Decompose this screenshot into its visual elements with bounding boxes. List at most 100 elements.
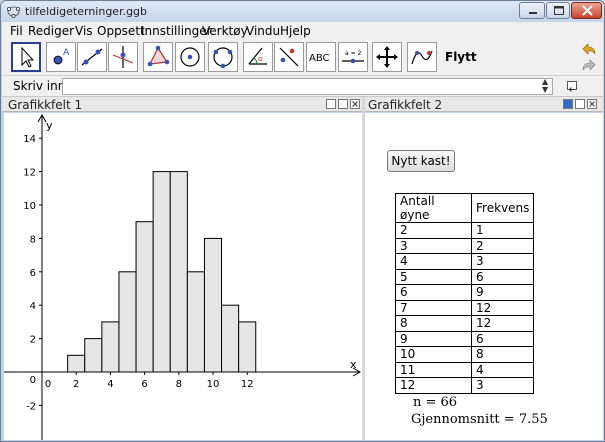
table-row: 69 [395, 284, 535, 301]
new-throw-button[interactable]: Nytt kast! [387, 150, 455, 172]
close-icon [582, 5, 593, 16]
graphics-view-1-undock-icon[interactable] [338, 99, 348, 109]
table-row: 8 12 [395, 315, 535, 332]
input-history-arrows-icon[interactable]: ▲ ▼ [542, 78, 548, 94]
table-row: 32 [395, 237, 535, 254]
move-tool-icon [21, 46, 35, 68]
move-tool-button[interactable] [11, 42, 41, 72]
menu-innstillinger[interactable]: Innstillinger [141, 24, 212, 38]
move-view-tool-icon [376, 46, 398, 68]
locus-tool-icon [411, 50, 433, 65]
menu-vindu[interactable]: Vindu [246, 24, 280, 38]
cell-frequency: 6 [470, 268, 535, 285]
undo-icon[interactable] [580, 42, 598, 56]
y-axis-label: y [46, 119, 53, 132]
cell-eyes: 6 [395, 284, 472, 301]
redo-icon[interactable] [580, 58, 598, 72]
maximize-button[interactable] [546, 2, 570, 19]
menu-bar: Fil Rediger Vis Oppsett Innstillinger Ve… [2, 22, 603, 40]
circle-tool-button[interactable] [175, 42, 205, 72]
graphics-view-2[interactable]: Nytt kast! Antall øyne Frekvens 21324356… [365, 113, 603, 440]
cell-frequency: 6 [470, 330, 535, 347]
toolbar: A α ABC a = 2 Flytt [2, 40, 603, 76]
command-input[interactable] [62, 78, 553, 95]
input-label: Skriv inn: [13, 79, 70, 93]
cell-eyes: 4 [395, 253, 472, 270]
table-row: 11 4 [395, 361, 535, 378]
close-icon [589, 101, 595, 107]
reflect-tool-icon [279, 47, 299, 67]
histogram-bar [67, 354, 86, 373]
table-row: 96 [395, 330, 535, 347]
x-tick-label: 12 [241, 379, 254, 390]
y-tick-label: -2 [26, 401, 36, 412]
move-view-tool-button[interactable] [372, 42, 402, 72]
command-help-icon [568, 87, 574, 92]
cell-eyes: 3 [395, 237, 472, 254]
angle-tool-button[interactable]: α [243, 42, 273, 72]
command-help-button[interactable] [567, 81, 577, 92]
graphics-view-2-close-icon[interactable] [587, 99, 597, 109]
slider-tool-button[interactable]: a = 2 [338, 42, 368, 72]
text-tool-button[interactable]: ABC [306, 42, 336, 72]
y-tick-label: 6 [30, 268, 36, 279]
y-tick-label: 12 [23, 168, 36, 179]
x-tick-label: 4 [107, 379, 113, 390]
table-row: 12 3 [395, 377, 535, 394]
point-tool-icon: A [53, 48, 70, 65]
frequency-table: Antall øyne Frekvens 2 1 3 2 4 3 5 6 6 9 7 12 8 12 9 6 1… [395, 193, 535, 394]
input-bar: Skriv inn: ▲ ▼ [2, 76, 603, 97]
cell-eyes: 12 [395, 377, 472, 394]
geogebra-app-icon [7, 6, 20, 18]
column-header-eyes: Antall øyne [395, 193, 472, 223]
menu-vis[interactable]: Vis [75, 24, 93, 38]
histogram-chart: 0 2 4 6 8 10 12 -2 0 2 4 6 8 10 12 14 x y [4, 113, 362, 440]
cell-frequency: 3 [470, 253, 535, 270]
table-row: 7 12 [395, 299, 535, 316]
cell-eyes: 10 [395, 346, 472, 363]
y-tick-label: 14 [23, 134, 36, 145]
slider-tool-icon: a = 2 [342, 50, 364, 64]
menu-fil[interactable]: Fil [10, 24, 23, 38]
reflect-tool-button[interactable] [274, 42, 304, 72]
graphics-view-2-undock-icon[interactable] [575, 99, 585, 109]
polygon-tool-button[interactable] [143, 42, 173, 72]
circle-tool-icon [180, 47, 200, 67]
close-window-button[interactable] [571, 2, 602, 19]
line-tool-button[interactable] [77, 42, 107, 72]
histogram-bar [135, 221, 154, 373]
menu-rediger[interactable]: Rediger [28, 24, 74, 38]
table-row: 56 [395, 268, 535, 285]
cell-frequency: 12 [470, 299, 535, 316]
histogram-bar [84, 338, 103, 373]
graphics-view-1-close-icon[interactable] [350, 99, 360, 109]
cell-eyes: 2 [395, 222, 472, 239]
histogram-bar [186, 271, 205, 373]
svg-text:α: α [258, 55, 263, 63]
svg-text:ABC: ABC [309, 53, 330, 64]
graphics-view-1-menu-icon[interactable] [326, 99, 336, 109]
histogram-bar [101, 321, 120, 373]
cell-frequency: 3 [470, 377, 535, 394]
graphics-view-2-menu-icon[interactable] [563, 99, 573, 109]
graphics-view-2-title: Grafikkfelt 2 [368, 98, 443, 112]
angle-tool-icon: α [248, 47, 267, 65]
table-row: 43 [395, 253, 535, 270]
point-tool-button[interactable]: A [46, 42, 76, 72]
menu-oppsett[interactable]: Oppsett [97, 24, 145, 38]
menu-verktoy[interactable]: Verktøy [202, 24, 248, 38]
x-tick-label: 2 [73, 379, 79, 390]
cell-frequency: 1 [470, 222, 535, 239]
minimize-button[interactable] [519, 2, 545, 19]
table-header-row: Antall øyne Frekvens [395, 193, 535, 223]
graphics-view-1[interactable]: 0 2 4 6 8 10 12 -2 0 2 4 6 8 10 12 14 x y [4, 113, 362, 440]
perpendicular-tool-button[interactable] [108, 42, 138, 72]
locus-tool-button[interactable] [407, 42, 437, 72]
cell-eyes: 11 [395, 361, 472, 378]
x-tick-label: 10 [207, 379, 220, 390]
menu-hjelp[interactable]: Hjelp [280, 24, 311, 38]
column-header-frequency: Frekvens [470, 193, 535, 223]
circle-three-points-tool-button[interactable] [208, 42, 238, 72]
cell-frequency: 2 [470, 237, 535, 254]
active-tool-name: Flytt [445, 50, 477, 64]
